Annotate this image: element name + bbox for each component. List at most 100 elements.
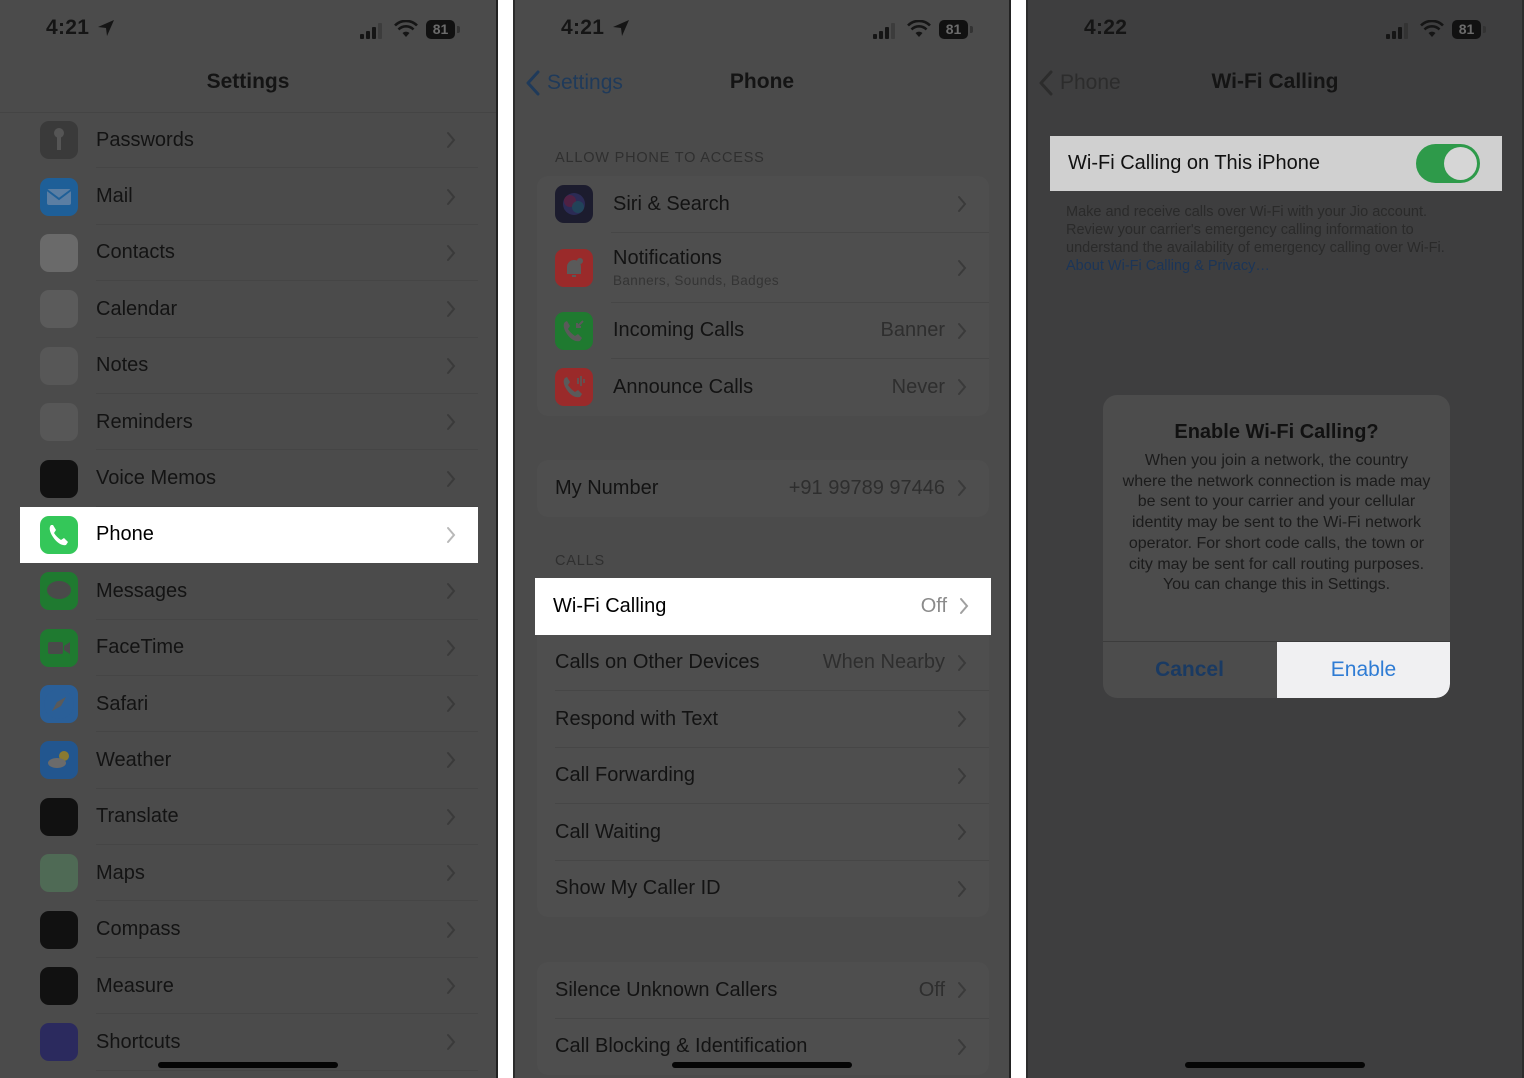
row-label: Notifications	[613, 247, 722, 269]
chevron-right-icon	[958, 654, 967, 671]
chevron-right-icon	[447, 808, 456, 825]
phone-item-silence-unknown-callers[interactable]: Silence Unknown Callers Off	[537, 962, 989, 1019]
alert-message: When you join a network, the country whe…	[1122, 452, 1431, 594]
phone-item-call-forwarding[interactable]: Call Forwarding	[537, 748, 989, 804]
row-value: Banner	[880, 319, 946, 342]
settings-item-calendar[interactable]: Calendar	[20, 281, 478, 338]
row-label-group: Show My Caller ID	[555, 877, 721, 900]
row-label: My Number	[555, 476, 659, 499]
settings-item-notes[interactable]: Notes	[20, 338, 478, 394]
phone-item-respond-with-text[interactable]: Respond with Text	[537, 691, 989, 748]
location-arrow-icon	[613, 20, 629, 36]
settings-item-mail[interactable]: Mail	[20, 168, 478, 225]
chevron-right-icon	[447, 414, 456, 431]
phone-item-siri-search[interactable]: Siri & Search	[537, 176, 989, 233]
row-label: Shortcuts	[96, 1030, 181, 1053]
page-title: Phone	[729, 70, 795, 93]
phone-item-show-my-caller-id[interactable]: Show My Caller ID	[537, 861, 989, 918]
row-label: Notes	[96, 354, 149, 377]
status-time: 4:21	[561, 16, 605, 39]
shortcuts-icon	[40, 1023, 78, 1062]
row-label-group: Siri & Search	[613, 193, 730, 216]
row-label: Call Blocking & Identification	[555, 1035, 808, 1058]
chevron-right-icon	[958, 322, 967, 339]
row-label: Call Waiting	[555, 820, 661, 843]
row-label: Messages	[96, 579, 188, 602]
settings-item-compass[interactable]: Compass	[20, 901, 478, 958]
calls-group: Wi-Fi Calling Off Calls on Other Devices Wh…	[535, 578, 991, 918]
row-sublabel: Banners, Sounds, Badges	[613, 273, 780, 288]
chevron-right-icon	[447, 639, 456, 656]
about-wifi-calling-link[interactable]: About Wi-Fi Calling & Privacy…	[1066, 258, 1270, 274]
status-bar: 4:21 81	[0, 14, 496, 46]
row-label: Siri & Search	[613, 192, 730, 215]
chevron-right-icon	[447, 188, 456, 205]
enable-button[interactable]: Enable	[1277, 642, 1450, 698]
row-label: Maps	[96, 861, 145, 884]
my-number-group: My Number +91 99789 97446	[537, 460, 989, 517]
status-bar: 4:22 81	[1028, 14, 1522, 46]
page-title: Wi-Fi Calling	[1211, 70, 1339, 93]
chevron-right-icon	[447, 978, 456, 995]
settings-item-messages[interactable]: Messages	[20, 563, 478, 620]
settings-item-facetime[interactable]: FaceTime	[20, 620, 478, 676]
chevron-right-icon	[447, 357, 456, 374]
battery-level: 81	[1452, 20, 1481, 39]
settings-item-safari[interactable]: Safari	[20, 676, 478, 733]
footer-description: Make and receive calls over Wi-Fi with y…	[1066, 204, 1445, 256]
settings-item-passwords[interactable]: Passwords	[20, 112, 478, 169]
phone-item-calls-on-other-devices[interactable]: Calls on Other Devices When Nearby	[537, 635, 989, 691]
contacts-icon	[40, 233, 78, 272]
safari-icon	[40, 685, 78, 724]
wifi-icon	[907, 20, 931, 37]
battery-level: 81	[939, 20, 968, 39]
chevron-right-icon	[958, 982, 967, 999]
wifi-calling-description: Make and receive calls over Wi-Fi with y…	[1066, 203, 1478, 275]
phone-item-incoming-calls[interactable]: Incoming Calls Banner	[537, 303, 989, 359]
announce-calls-icon	[555, 368, 593, 407]
phone-item-wi-fi-calling[interactable]: Wi-Fi Calling Off	[535, 578, 991, 635]
chevron-right-icon	[958, 196, 967, 213]
row-label: Silence Unknown Callers	[555, 978, 778, 1001]
alert-title: Enable Wi-Fi Calling?	[1174, 421, 1379, 443]
wifi-calling-toggle[interactable]	[1416, 144, 1480, 183]
row-label: Safari	[96, 692, 149, 715]
chevron-right-icon	[960, 598, 969, 615]
my-number-row[interactable]: My Number +91 99789 97446	[537, 460, 989, 517]
row-label-group: Announce Calls	[613, 376, 753, 399]
measure-icon	[40, 967, 78, 1006]
reminders-icon	[40, 403, 78, 442]
cellular-signal-icon	[873, 23, 895, 39]
chevron-right-icon	[958, 767, 967, 784]
phone-item-call-waiting[interactable]: Call Waiting	[537, 804, 989, 861]
settings-item-weather[interactable]: Weather	[20, 732, 478, 789]
row-label: Show My Caller ID	[555, 877, 721, 900]
chevron-right-icon	[447, 301, 456, 318]
cancel-button[interactable]: Cancel	[1103, 642, 1276, 698]
chevron-right-icon	[447, 526, 456, 543]
settings-item-maps[interactable]: Maps	[20, 845, 478, 902]
battery-indicator: 81	[426, 20, 460, 39]
phone-icon	[40, 515, 78, 554]
phone-item-announce-calls[interactable]: Announce Calls Never	[537, 359, 989, 416]
settings-item-translate[interactable]: Translate	[20, 789, 478, 846]
incoming-calls-icon	[555, 311, 593, 350]
row-label: Reminders	[96, 410, 193, 433]
row-value: +91 99789 97446	[788, 476, 945, 499]
settings-item-voice-memos[interactable]: Voice Memos	[20, 450, 478, 507]
row-label: Weather	[96, 748, 172, 771]
row-value: Off	[920, 594, 947, 617]
row-label: Wi-Fi Calling	[553, 594, 667, 617]
settings-item-contacts[interactable]: Contacts	[20, 225, 478, 282]
key-icon	[40, 121, 78, 160]
settings-item-reminders[interactable]: Reminders	[20, 394, 478, 451]
section-header-calls: CALLS	[555, 553, 605, 569]
chevron-right-icon	[958, 480, 967, 497]
home-indicator	[158, 1062, 338, 1068]
access-group: Siri & Search Notifications Banners, Sound…	[537, 176, 989, 416]
phone-item-notifications[interactable]: Notifications Banners, Sounds, Badges	[537, 233, 989, 303]
status-time: 4:22	[1084, 16, 1128, 39]
settings-list: Passwords Mail Contacts Calendar Notes Remind…	[20, 112, 478, 1071]
settings-item-phone[interactable]: Phone	[20, 506, 478, 564]
settings-item-measure[interactable]: Measure	[20, 958, 478, 1015]
